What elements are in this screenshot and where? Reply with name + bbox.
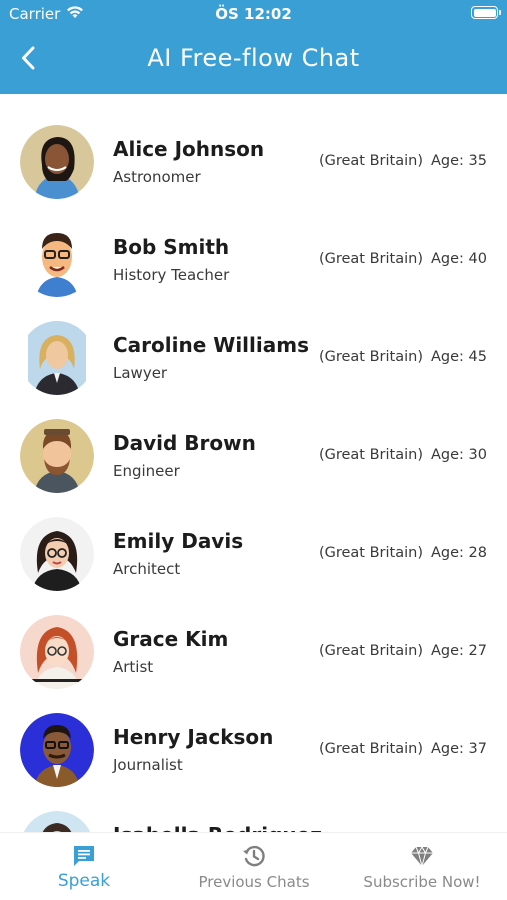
contact-job: Architect	[113, 560, 181, 578]
contact-country: (Great Britain)	[318, 545, 423, 561]
tab-label: Subscribe Now!	[363, 873, 481, 891]
contact-job: Artist	[113, 658, 154, 676]
contact-row-caroline-williams[interactable]: Caroline Williams Lawyer (Great Britain)…	[0, 307, 507, 405]
contact-job: Engineer	[113, 462, 180, 480]
avatar	[20, 125, 94, 199]
contact-age: Age: 35	[431, 153, 487, 169]
contact-job: Lawyer	[113, 364, 168, 382]
contact-age: Age: 45	[431, 349, 487, 365]
tab-bar: Speak Previous Chats Subscribe Now!	[0, 832, 507, 900]
contact-age: Age: 37	[431, 741, 487, 757]
status-time: ÖS 12:02	[215, 5, 292, 23]
contact-meta: (Great Britain) Age: 37	[319, 741, 487, 757]
contact-row-emily-davis[interactable]: Emily Davis Architect (Great Britain) Age…	[0, 503, 507, 601]
tab-label: Previous Chats	[198, 873, 310, 891]
battery-icon	[471, 6, 501, 19]
contact-name: Grace Kim	[113, 627, 229, 651]
avatar	[20, 223, 94, 297]
contact-name: Isabella Rodriguez	[113, 823, 322, 832]
contact-meta: (Great Britain) Age: 45	[319, 349, 487, 365]
contact-job: Astronomer	[113, 168, 201, 186]
contact-row-david-brown[interactable]: David Brown Engineer (Great Britain) Age:…	[0, 405, 507, 503]
contact-country: (Great Britain)	[318, 741, 423, 757]
app-header: Carrier ÖS 12:02 AI Free-flow Chat	[0, 0, 507, 94]
contact-row-isabella-rodriguez[interactable]: Isabella Rodriguez	[0, 797, 507, 832]
tab-label: Speak	[57, 871, 111, 891]
contact-row-bob-smith[interactable]: Bob Smith History Teacher (Great Britain…	[0, 209, 507, 307]
diamond-icon	[409, 843, 435, 869]
contact-row-henry-jackson[interactable]: Henry Jackson Journalist (Great Britain)…	[0, 699, 507, 797]
tab-speak[interactable]: Speak	[24, 833, 144, 900]
contact-row-grace-kim[interactable]: Grace Kim Artist (Great Britain) Age: 27	[0, 601, 507, 699]
contact-age: Age: 40	[431, 251, 487, 267]
contact-name: Bob Smith	[113, 235, 230, 259]
avatar	[20, 321, 94, 395]
avatar	[20, 713, 94, 787]
contact-meta: (Great Britain) Age: 28	[319, 545, 487, 561]
contact-country: (Great Britain)	[318, 349, 423, 365]
contact-meta: (Great Britain) Age: 40	[319, 251, 487, 267]
contact-age: Age: 28	[431, 545, 487, 561]
tab-subscribe[interactable]: Subscribe Now!	[352, 833, 492, 900]
contact-row-alice-johnson[interactable]: Alice Johnson Astronomer (Great Britain)…	[0, 111, 507, 209]
contact-country: (Great Britain)	[318, 251, 423, 267]
contact-name: Emily Davis	[113, 529, 244, 553]
contact-age: Age: 30	[431, 447, 487, 463]
avatar	[20, 615, 94, 689]
contact-country: (Great Britain)	[318, 447, 423, 463]
history-icon	[241, 843, 267, 869]
avatar	[20, 517, 94, 591]
contact-name: Alice Johnson	[113, 137, 265, 161]
contact-meta: (Great Britain) Age: 27	[319, 643, 487, 659]
avatar	[20, 419, 94, 493]
page-title: AI Free-flow Chat	[147, 44, 360, 72]
contact-list[interactable]: Alice Johnson Astronomer (Great Britain)…	[0, 111, 507, 832]
contact-meta: (Great Britain) Age: 35	[319, 153, 487, 169]
contact-job: Journalist	[113, 756, 183, 774]
contact-job: History Teacher	[113, 266, 230, 284]
contact-meta: (Great Britain) Age: 30	[319, 447, 487, 463]
avatar	[20, 811, 94, 832]
contact-name: Henry Jackson	[113, 725, 274, 749]
contact-name: David Brown	[113, 431, 256, 455]
contact-name: Caroline Williams	[113, 333, 309, 357]
chat-bubble-icon	[71, 843, 97, 869]
contact-age: Age: 27	[431, 643, 487, 659]
contact-country: (Great Britain)	[318, 643, 423, 659]
tab-previous-chats[interactable]: Previous Chats	[184, 833, 324, 900]
status-bar: Carrier ÖS 12:02	[0, 0, 507, 28]
contact-country: (Great Britain)	[318, 153, 423, 169]
